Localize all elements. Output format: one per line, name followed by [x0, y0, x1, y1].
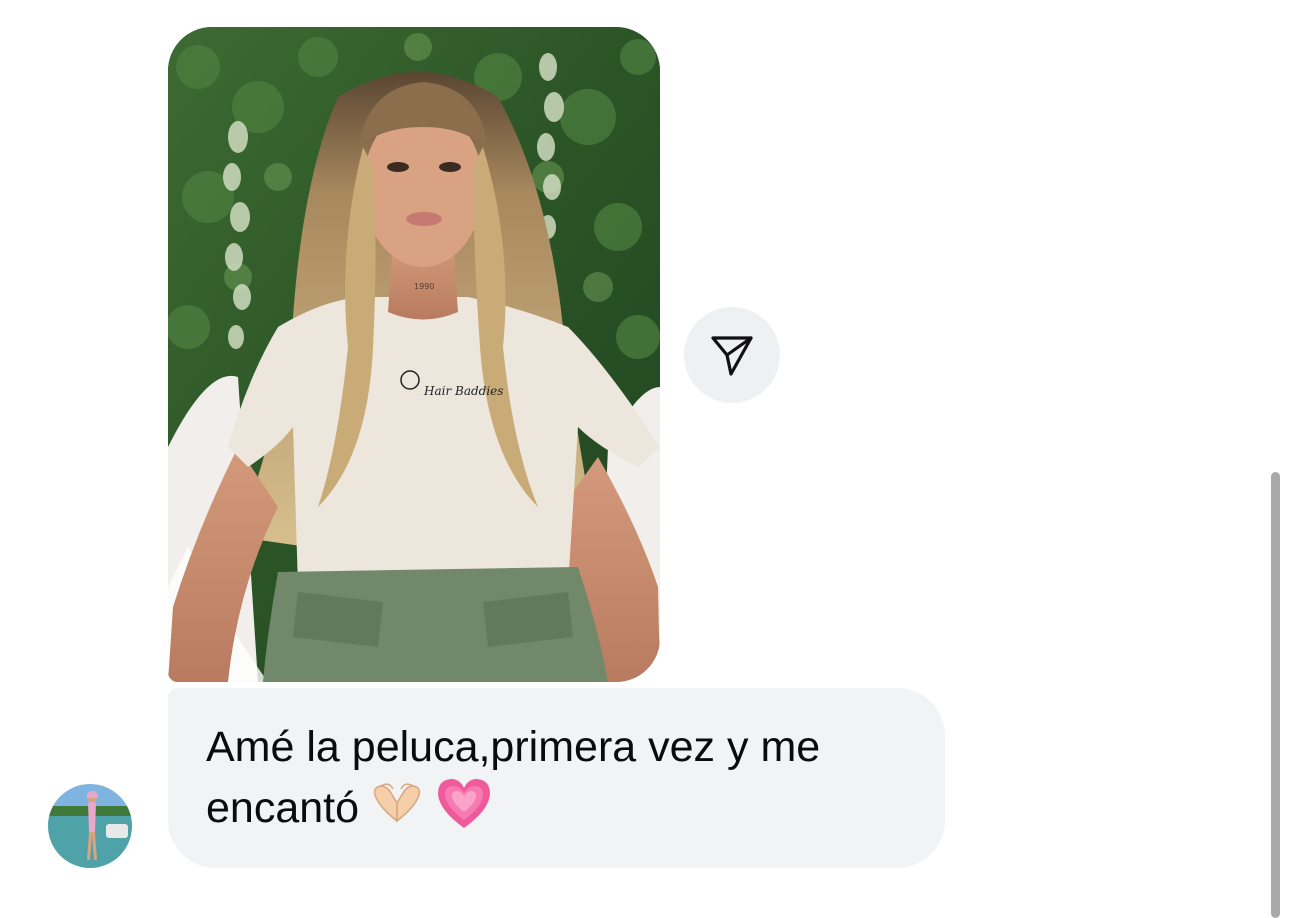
- shared-photo-image: Hair Baddies 1990: [168, 27, 660, 682]
- heart-hands-emoji: [369, 781, 425, 840]
- share-button[interactable]: [684, 307, 780, 403]
- chat-thread: Hair Baddies 1990 Amé la peluca,primera …: [0, 0, 1290, 918]
- growing-heart-emoji: [435, 776, 493, 845]
- sender-avatar[interactable]: [48, 784, 132, 868]
- neck-tattoo-text: 1990: [414, 282, 434, 291]
- text-message-bubble[interactable]: Amé la peluca,primera vez y me encantó: [168, 688, 945, 868]
- scrollbar[interactable]: [1271, 472, 1280, 918]
- send-paper-plane-icon: [711, 336, 753, 376]
- message-text: Amé la peluca,primera vez y me encantó: [206, 723, 821, 832]
- shirt-print-text: Hair Baddies: [423, 384, 503, 398]
- shared-photo-message[interactable]: Hair Baddies 1990: [168, 27, 660, 682]
